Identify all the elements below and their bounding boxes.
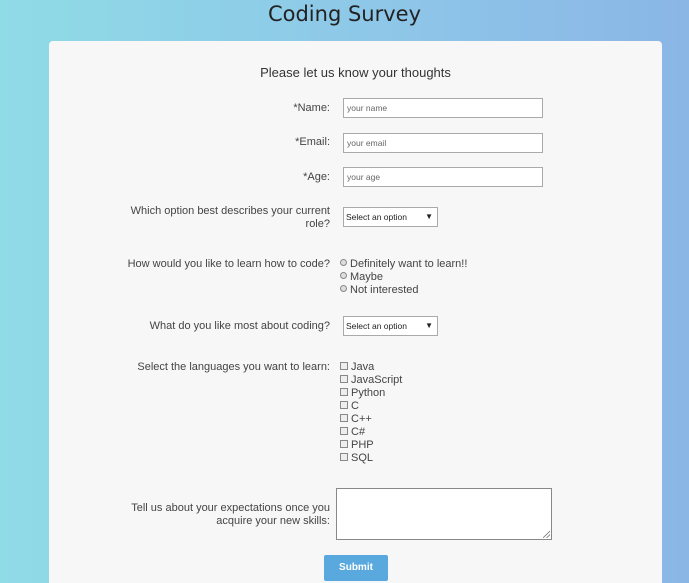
language-label: Python: [351, 387, 386, 399]
expectations-label-line1: Tell us about your expectations once you: [131, 502, 330, 514]
role-label: Which option best describes your current…: [131, 205, 330, 231]
age-input[interactable]: [343, 167, 543, 187]
learn-option-label: Not interested: [350, 284, 419, 296]
submit-button[interactable]: Submit: [324, 555, 388, 581]
role-label-line1: Which option best describes your current: [130, 205, 330, 217]
checkbox-icon[interactable]: [340, 401, 348, 409]
language-option[interactable]: C++: [340, 413, 372, 426]
dropdown-arrow-icon: ▼: [425, 212, 433, 221]
language-label: SQL: [351, 452, 374, 464]
checkbox-icon[interactable]: [340, 427, 348, 435]
name-input[interactable]: [343, 98, 543, 118]
checkbox-icon[interactable]: [340, 375, 348, 383]
learn-option-label: Definitely want to learn!!: [350, 258, 468, 270]
like-most-select[interactable]: Select an option ▼: [343, 316, 438, 336]
checkbox-icon[interactable]: [340, 362, 348, 370]
like-most-label: What do you like most about coding?: [149, 320, 330, 332]
page-title: Coding Survey: [267, 2, 422, 26]
language-option[interactable]: C#: [340, 426, 365, 439]
language-option[interactable]: JavaScript: [340, 374, 402, 387]
role-select-value: Select an option: [346, 212, 407, 222]
form-subtitle: Please let us know your thoughts: [260, 65, 451, 80]
role-select[interactable]: Select an option ▼: [343, 207, 438, 227]
age-label: *Age:: [303, 171, 330, 183]
language-label: Java: [351, 361, 375, 373]
learn-label: How would you like to learn how to code?: [127, 258, 330, 270]
language-option[interactable]: Java: [340, 361, 374, 374]
language-option[interactable]: C: [340, 400, 359, 413]
email-label: *Email:: [295, 136, 330, 148]
radio-icon[interactable]: [340, 259, 347, 266]
learn-option[interactable]: Not interested: [340, 284, 418, 297]
language-label: JavaScript: [351, 374, 403, 386]
language-label: C++: [351, 413, 372, 425]
language-option[interactable]: Python: [340, 387, 385, 400]
expectations-label: Tell us about your expectations once you…: [131, 502, 330, 528]
language-option[interactable]: PHP: [340, 439, 374, 452]
checkbox-icon[interactable]: [340, 440, 348, 448]
language-label: C: [351, 400, 359, 412]
language-option[interactable]: SQL: [340, 452, 373, 465]
languages-label: Select the languages you want to learn:: [137, 361, 330, 373]
radio-icon[interactable]: [340, 272, 347, 279]
survey-form: Please let us know your thoughts *Name: …: [49, 41, 662, 583]
expectations-textarea[interactable]: [336, 488, 552, 540]
name-label: *Name:: [293, 102, 330, 114]
dropdown-arrow-icon: ▼: [425, 321, 433, 330]
learn-option[interactable]: Maybe: [340, 271, 383, 284]
like-most-select-value: Select an option: [346, 321, 407, 331]
role-label-line2: role?: [305, 218, 330, 230]
checkbox-icon[interactable]: [340, 453, 348, 461]
learn-option[interactable]: Definitely want to learn!!: [340, 258, 467, 271]
language-label: PHP: [351, 439, 374, 451]
checkbox-icon[interactable]: [340, 388, 348, 396]
email-input[interactable]: [343, 133, 543, 153]
resize-handle-icon[interactable]: [543, 531, 550, 538]
expectations-label-line2: acquire your new skills:: [216, 515, 330, 527]
learn-option-label: Maybe: [350, 271, 384, 283]
radio-icon[interactable]: [340, 285, 347, 292]
language-label: C#: [351, 426, 366, 438]
checkbox-icon[interactable]: [340, 414, 348, 422]
